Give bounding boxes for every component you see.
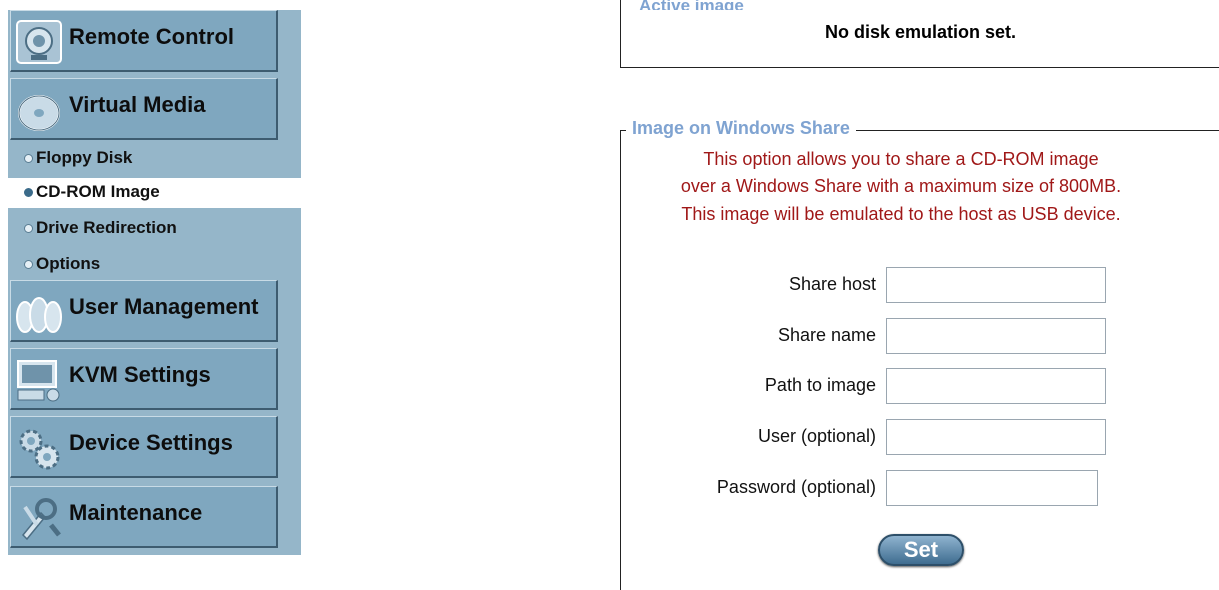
subnav-floppy-disk[interactable]: Floppy Disk: [8, 144, 301, 174]
bullet-icon: [24, 188, 33, 197]
share-name-label: Share name: [777, 325, 876, 345]
sidebar: Remote Control Virtual Media Floppy Disk…: [8, 10, 301, 555]
info-text-line: over a Windows Share with a maximum size…: [680, 176, 1122, 196]
kvm-icon: [15, 357, 63, 403]
nav-device-settings[interactable]: Device Settings: [10, 416, 278, 478]
info-text-line: This image will be emulated to the host …: [681, 204, 1121, 224]
path-to-image-input[interactable]: [886, 368, 1106, 404]
gears-icon: [15, 425, 63, 471]
password-row: Password (optional): [620, 470, 1219, 506]
bullet-icon: [24, 224, 33, 233]
path-to-image-label: Path to image: [764, 375, 876, 395]
info-text-line: This option allows you to share a CD-ROM…: [703, 149, 1099, 169]
nav-kvm-settings[interactable]: KVM Settings: [10, 348, 278, 410]
nav-remote-control[interactable]: Remote Control: [10, 10, 278, 72]
subnav-drive-redirection[interactable]: Drive Redirection: [8, 214, 301, 244]
disc-icon: [15, 87, 63, 133]
subnav-label: CD-ROM Image: [36, 182, 160, 201]
share-host-label: Share host: [788, 274, 876, 294]
monitor-icon: [15, 19, 63, 65]
nav-label: KVM Settings: [69, 362, 211, 387]
tools-icon: [15, 495, 63, 541]
path-to-image-row: Path to image: [620, 368, 1219, 404]
share-name-input[interactable]: [886, 318, 1106, 354]
password-label: Password (optional): [716, 477, 876, 497]
nav-user-management[interactable]: User Management: [10, 280, 278, 342]
users-icon: [15, 289, 63, 335]
active-image-status: No disk emulation set.: [824, 22, 1017, 42]
user-row: User (optional): [620, 419, 1219, 455]
active-image-legend: Active image: [639, 0, 744, 10]
nav-label: Maintenance: [69, 500, 203, 525]
subnav-label: Options: [36, 254, 101, 273]
set-button[interactable]: Set: [878, 534, 964, 566]
share-name-row: Share name: [620, 318, 1219, 354]
subnav-cd-rom-image[interactable]: CD-ROM Image: [8, 178, 301, 208]
nav-label: Virtual Media: [69, 92, 206, 117]
user-input[interactable]: [886, 419, 1106, 455]
bullet-icon: [24, 154, 33, 163]
nav-virtual-media[interactable]: Virtual Media: [10, 78, 278, 140]
windows-share-legend: Image on Windows Share: [626, 118, 856, 139]
nav-label: User Management: [69, 294, 259, 319]
nav-label: Device Settings: [69, 430, 233, 455]
subnav-label: Floppy Disk: [36, 148, 133, 167]
user-label: User (optional): [757, 426, 876, 446]
bullet-icon: [24, 260, 33, 269]
subnav-label: Drive Redirection: [36, 218, 177, 237]
windows-share-panel: Image on Windows Share This option allow…: [620, 118, 1219, 590]
share-host-row: Share host: [620, 267, 1219, 303]
active-image-panel: Active image No disk emulation set.: [620, 0, 1219, 68]
subnav-options[interactable]: Options: [8, 250, 301, 280]
password-input[interactable]: [886, 470, 1098, 506]
share-host-input[interactable]: [886, 267, 1106, 303]
nav-maintenance[interactable]: Maintenance: [10, 486, 278, 548]
nav-label: Remote Control: [69, 24, 234, 49]
